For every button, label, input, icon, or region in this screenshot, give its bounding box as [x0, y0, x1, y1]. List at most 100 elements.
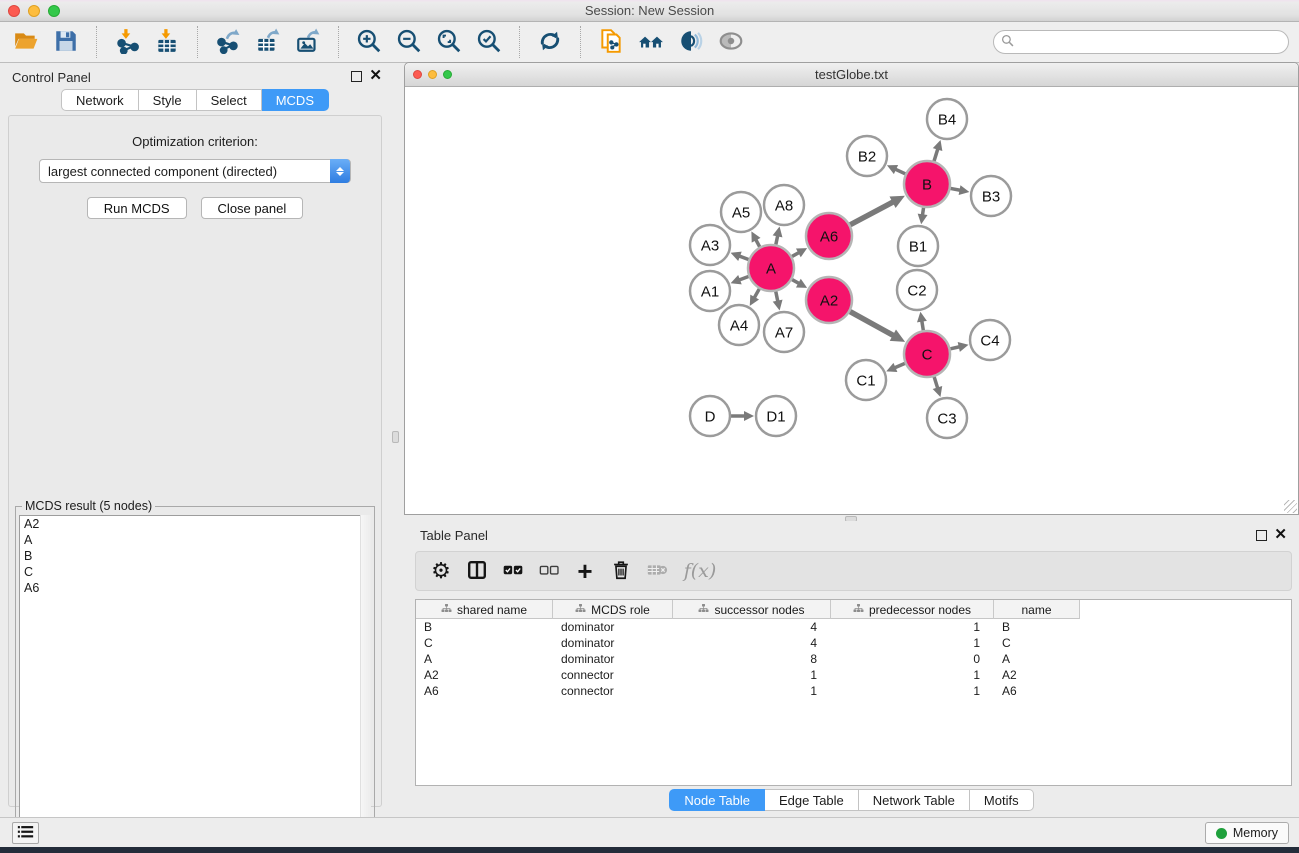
- table-row[interactable]: Adominator80A: [416, 651, 1291, 667]
- memory-button[interactable]: Memory: [1205, 822, 1289, 844]
- refresh-layout-button[interactable]: [530, 25, 570, 59]
- mcds-result-item[interactable]: C: [20, 564, 370, 580]
- table-cell[interactable]: A6: [994, 684, 1080, 698]
- mcds-result-list[interactable]: A2ABCA6: [19, 515, 371, 842]
- table-cell[interactable]: C: [994, 636, 1080, 650]
- show-task-history-button[interactable]: [12, 822, 39, 844]
- mcds-result-item[interactable]: A: [20, 532, 370, 548]
- function-builder-button[interactable]: f(x): [678, 556, 722, 586]
- table-close-icon[interactable]: ✕: [1274, 526, 1287, 544]
- zoom-in-button[interactable]: [349, 25, 389, 59]
- table-cell[interactable]: B: [994, 620, 1080, 634]
- graph-edge-A6-B[interactable]: [850, 201, 894, 224]
- column-header-successor-nodes[interactable]: successor nodes: [673, 600, 831, 619]
- hide-selected-button[interactable]: [671, 25, 711, 59]
- network-canvas[interactable]: B4B2BB3A8A5A6A3B1AC2A1A2A4A7C4CC1DD1C3: [405, 87, 1298, 514]
- trash-icon: [610, 559, 632, 584]
- mcds-result-scrollbar[interactable]: [360, 515, 371, 845]
- close-panel-icon[interactable]: ✕: [369, 67, 382, 85]
- zoom-fit-button[interactable]: [429, 25, 469, 59]
- graph-edge-B-B4[interactable]: [934, 148, 938, 161]
- tab-node-table[interactable]: Node Table: [669, 789, 765, 811]
- status-bar: Memory: [0, 817, 1299, 847]
- graph-node-label: A6: [820, 229, 838, 246]
- import-network-button[interactable]: [107, 25, 147, 59]
- table-row[interactable]: A2connector11A2: [416, 667, 1291, 683]
- table-cell[interactable]: 8: [673, 652, 831, 666]
- table-cell[interactable]: B: [416, 620, 553, 634]
- mcds-result-item[interactable]: A6: [20, 580, 370, 596]
- column-header-name[interactable]: name: [994, 600, 1080, 619]
- table-cell[interactable]: 0: [831, 652, 994, 666]
- mcds-result-item[interactable]: B: [20, 548, 370, 564]
- zoom-out-button[interactable]: [389, 25, 429, 59]
- table-row[interactable]: Cdominator41C: [416, 635, 1291, 651]
- column-header-MCDS-role[interactable]: MCDS role: [553, 600, 673, 619]
- table-settings-button[interactable]: ⚙: [426, 556, 456, 586]
- control-panel-title: Control Panel: [12, 70, 91, 85]
- column-header-shared-name[interactable]: shared name: [416, 600, 553, 619]
- open-manual-button[interactable]: [591, 25, 631, 59]
- export-image-button[interactable]: [288, 25, 328, 59]
- import-table-button[interactable]: [147, 25, 187, 59]
- network-resize-grip[interactable]: [1284, 500, 1297, 513]
- home-network-view-button[interactable]: [631, 25, 671, 59]
- table-cell[interactable]: A2: [994, 668, 1080, 682]
- vertical-split-grip[interactable]: [392, 431, 399, 443]
- tab-select[interactable]: Select: [197, 89, 262, 111]
- table-cell[interactable]: connector: [553, 668, 673, 682]
- table-cell[interactable]: 1: [831, 668, 994, 682]
- table-cell[interactable]: A: [416, 652, 553, 666]
- graph-node-label: A7: [775, 325, 793, 342]
- table-cell[interactable]: 4: [673, 636, 831, 650]
- show-all-button[interactable]: [711, 25, 751, 59]
- table-cell[interactable]: 1: [831, 684, 994, 698]
- delete-table-button[interactable]: [642, 556, 672, 586]
- open-session-button[interactable]: [6, 25, 46, 59]
- tab-motifs[interactable]: Motifs: [970, 789, 1034, 811]
- table-cell[interactable]: connector: [553, 684, 673, 698]
- table-cell[interactable]: A: [994, 652, 1080, 666]
- insert-column-button[interactable]: [462, 556, 492, 586]
- table-row[interactable]: Bdominator41B: [416, 619, 1291, 635]
- table-cell[interactable]: C: [416, 636, 553, 650]
- delete-row-button[interactable]: [606, 556, 636, 586]
- tab-network[interactable]: Network: [61, 89, 139, 111]
- table-float-icon[interactable]: [1256, 530, 1267, 541]
- table-cell[interactable]: 4: [673, 620, 831, 634]
- save-session-button[interactable]: [46, 25, 86, 59]
- tab-mcds[interactable]: MCDS: [262, 89, 329, 111]
- table-cell[interactable]: 1: [673, 668, 831, 682]
- zoom-in-icon: [356, 28, 382, 57]
- criterion-dropdown[interactable]: largest connected component (directed): [39, 159, 351, 183]
- close-panel-button[interactable]: Close panel: [201, 197, 304, 219]
- tab-network-table[interactable]: Network Table: [859, 789, 970, 811]
- mcds-result-item[interactable]: A2: [20, 516, 370, 532]
- search-input[interactable]: [1018, 35, 1288, 49]
- table-cell[interactable]: dominator: [553, 636, 673, 650]
- deselect-all-rows-button[interactable]: [534, 556, 564, 586]
- tab-style[interactable]: Style: [139, 89, 197, 111]
- select-all-rows-button[interactable]: [498, 556, 528, 586]
- table-row[interactable]: A6connector11A6: [416, 683, 1291, 699]
- graph-edge-A2-C[interactable]: [850, 312, 895, 337]
- table-cell[interactable]: 1: [831, 636, 994, 650]
- network-window-titlebar[interactable]: testGlobe.txt: [405, 63, 1298, 87]
- run-mcds-button[interactable]: Run MCDS: [87, 197, 187, 219]
- export-network-button[interactable]: [208, 25, 248, 59]
- main-toolbar: [0, 22, 1299, 63]
- export-table-button[interactable]: [248, 25, 288, 59]
- tab-edge-table[interactable]: Edge Table: [765, 789, 859, 811]
- table-cell[interactable]: A6: [416, 684, 553, 698]
- table-cell[interactable]: dominator: [553, 652, 673, 666]
- float-panel-icon[interactable]: [351, 71, 362, 82]
- control-panel-header: Control Panel ✕: [0, 63, 390, 89]
- table-cell[interactable]: dominator: [553, 620, 673, 634]
- zoom-selected-button[interactable]: [469, 25, 509, 59]
- table-cell[interactable]: A2: [416, 668, 553, 682]
- column-header-predecessor-nodes[interactable]: predecessor nodes: [831, 600, 994, 619]
- add-row-button[interactable]: +: [570, 556, 600, 586]
- table-cell[interactable]: 1: [673, 684, 831, 698]
- app-titlebar: Session: New Session: [0, 0, 1299, 22]
- table-cell[interactable]: 1: [831, 620, 994, 634]
